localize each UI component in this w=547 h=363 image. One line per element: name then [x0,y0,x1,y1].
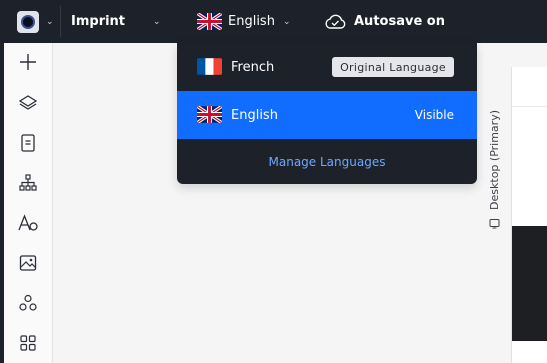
page-header-section [512,67,547,107]
chevron-down-icon: ⌄ [153,16,161,27]
original-language-badge: Original Language [332,57,454,77]
add-icon[interactable] [18,52,38,72]
top-bar: ⌄ Imprint ⌄ English ⌄ Autosave on [0,0,547,43]
manage-languages-link[interactable]: Manage Languages [177,139,477,184]
layers-icon[interactable] [18,93,38,113]
left-toolbar [0,43,53,363]
page-preview[interactable] [511,67,547,363]
page-selector-label: Imprint [71,14,126,29]
page-selector[interactable]: Imprint ⌄ [71,0,161,43]
pages-icon[interactable] [18,133,38,153]
site-logo-icon [17,10,39,33]
app-market-icon[interactable] [18,333,38,353]
language-selector-label: English [228,14,275,29]
language-option-label: English [231,107,278,123]
chevron-down-icon: ⌄ [46,16,54,27]
uk-flag-icon [197,106,222,123]
page-dark-section [512,226,547,341]
language-option-english[interactable]: English Visible [177,91,477,139]
autosave-status[interactable]: Autosave on [324,0,445,43]
frame-label-text: Desktop (Primary) [487,110,501,210]
site-menu-button[interactable]: ⌄ [17,0,54,43]
language-option-label: French [231,59,275,75]
apps-icon[interactable] [18,293,38,313]
media-icon[interactable] [18,253,38,273]
cloud-check-icon [324,14,346,30]
language-dropdown: French Original Language English Visible… [177,43,477,184]
language-selector[interactable]: English ⌄ [197,0,291,43]
chevron-down-icon: ⌄ [282,16,291,27]
device-icon [489,214,500,229]
uk-flag-icon [197,13,222,30]
divider [60,6,61,37]
visibility-status: Visible [414,108,454,122]
france-flag-icon [197,58,222,75]
text-theme-icon[interactable] [18,213,38,233]
autosave-label: Autosave on [354,14,445,29]
sitemap-icon[interactable] [18,173,38,193]
frame-label[interactable]: Desktop (Primary) [479,110,509,235]
language-option-french[interactable]: French Original Language [177,43,477,91]
